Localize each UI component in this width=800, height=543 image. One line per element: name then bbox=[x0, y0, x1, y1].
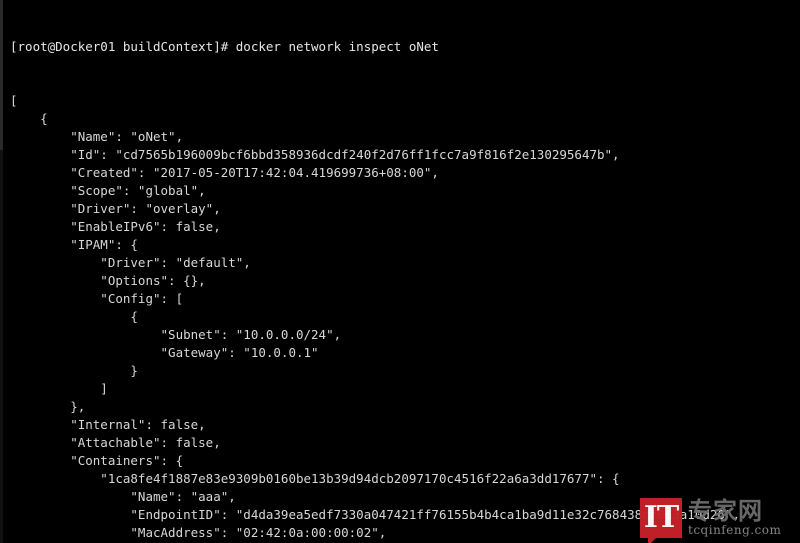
terminal-line: "Attachable": false, bbox=[10, 435, 221, 450]
terminal-line: "Name": "oNet", bbox=[10, 129, 184, 144]
shell-prompt-line: [root@Docker01 buildContext]# docker net… bbox=[10, 39, 439, 54]
terminal-line: "Driver": "overlay", bbox=[10, 201, 221, 216]
terminal-line: "Driver": "default", bbox=[10, 255, 251, 270]
terminal-line: "Subnet": "10.0.0.0/24", bbox=[10, 327, 342, 342]
terminal-output-area[interactable]: [root@Docker01 buildContext]# docker net… bbox=[0, 0, 740, 543]
terminal-line: "Containers": { bbox=[10, 453, 184, 468]
terminal-line: "Created": "2017-05-20T17:42:04.41969973… bbox=[10, 165, 439, 180]
terminal-line: }, bbox=[10, 399, 86, 414]
terminal-line: "Internal": false, bbox=[10, 417, 206, 432]
terminal-line: "Id": "cd7565b196009bcf6bbd358936dcdf240… bbox=[10, 147, 620, 162]
terminal-line: ] bbox=[10, 381, 108, 396]
terminal-line: "Name": "aaa", bbox=[10, 489, 236, 504]
terminal-line: "MacAddress": "02:42:0a:00:00:02", bbox=[10, 525, 387, 540]
terminal-line: "Options": {}, bbox=[10, 273, 206, 288]
terminal-line: "EndpointID": "d4da39ea5edf7330a047421ff… bbox=[10, 507, 740, 522]
terminal-line: "Gateway": "10.0.0.1" bbox=[10, 345, 319, 360]
json-output: [ { "Name": "oNet", "Id": "cd7565b196009… bbox=[10, 92, 740, 543]
terminal-line: } bbox=[10, 363, 138, 378]
terminal-line: [ bbox=[10, 93, 18, 108]
terminal-line: "1ca8fe4f1887e83e9309b0160be13b39d94dcb2… bbox=[10, 471, 620, 486]
terminal-window[interactable]: [root@Docker01 buildContext]# docker net… bbox=[0, 0, 800, 543]
terminal-line: "EnableIPv6": false, bbox=[10, 219, 221, 234]
terminal-line: { bbox=[10, 309, 138, 324]
terminal-line: "Scope": "global", bbox=[10, 183, 206, 198]
terminal-line: "Config": [ bbox=[10, 291, 184, 306]
terminal-line: { bbox=[10, 111, 48, 126]
terminal-line: "IPAM": { bbox=[10, 237, 138, 252]
